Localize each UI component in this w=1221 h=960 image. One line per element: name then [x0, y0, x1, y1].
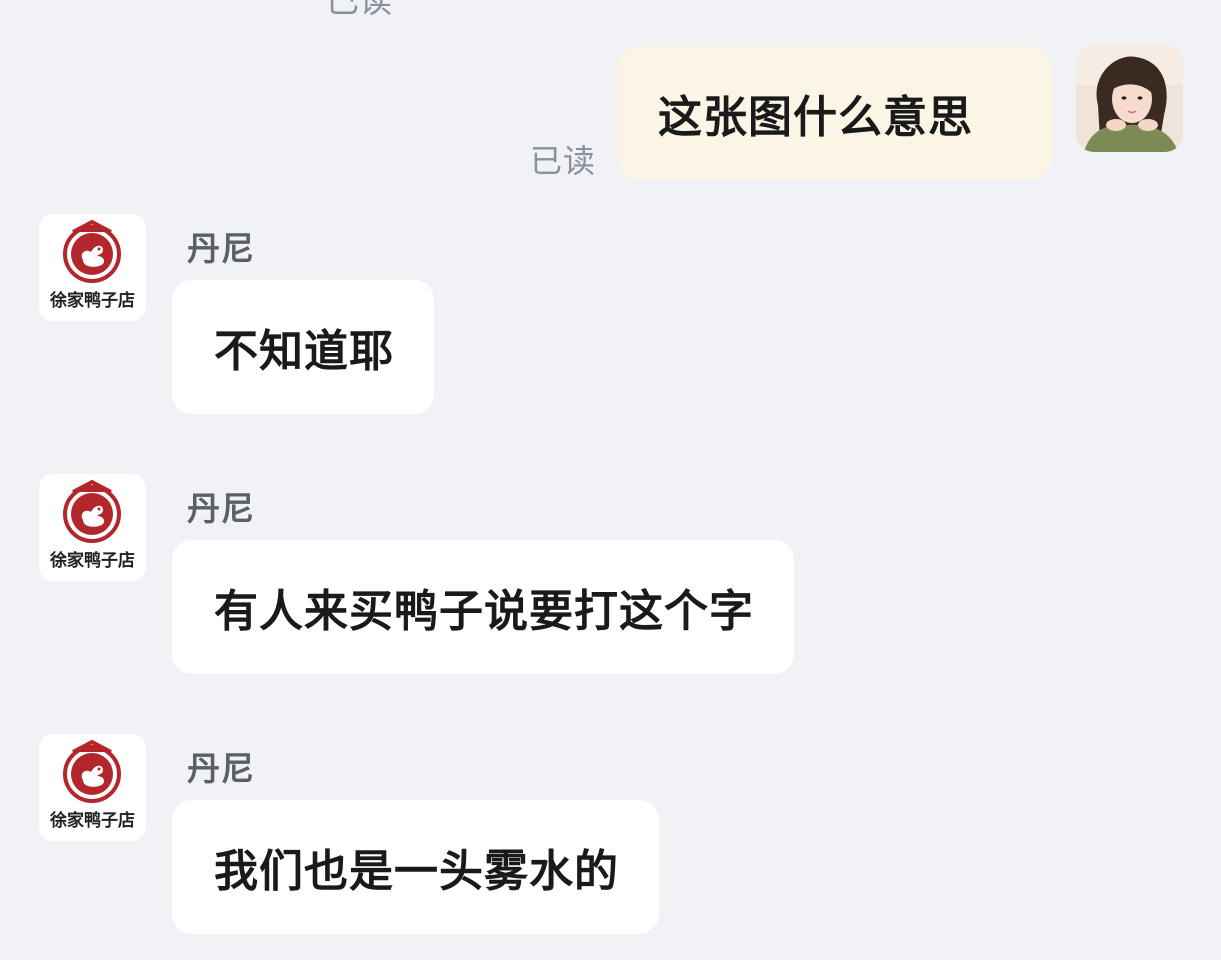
outgoing-message-bubble[interactable]: 这张图什么意思: [618, 46, 1052, 180]
girl-portrait-avatar-icon: [1076, 45, 1183, 152]
shop-logo-text: 徐家鸭子店: [50, 291, 135, 311]
outgoing-message-text: 这张图什么意思: [658, 92, 973, 143]
chat-screen: 已读 已读 这张图什么意思 徐家鸭子店 丹尼 不知道耶 徐家鸭子店 丹尼 有人来…: [0, 0, 1221, 960]
incoming-message-bubble[interactable]: 不知道耶: [172, 280, 434, 414]
shop-logo-text: 徐家鸭子店: [50, 551, 135, 571]
shop-avatar[interactable]: 徐家鸭子店: [39, 214, 146, 321]
incoming-message-text: 有人来买鸭子说要打这个字: [214, 586, 754, 637]
shop-avatar[interactable]: 徐家鸭子店: [39, 734, 146, 841]
sender-name: 丹尼: [187, 489, 255, 528]
read-receipt: 已读: [530, 142, 597, 180]
incoming-message-text: 不知道耶: [214, 326, 394, 377]
sender-name: 丹尼: [187, 229, 255, 268]
shop-logo-text: 徐家鸭子店: [50, 811, 135, 831]
outgoing-message-row: 已读 这张图什么意思: [0, 0, 1221, 190]
incoming-message-bubble[interactable]: 有人来买鸭子说要打这个字: [172, 540, 794, 674]
user-avatar[interactable]: [1076, 45, 1183, 152]
incoming-message-text: 我们也是一头雾水的: [214, 846, 619, 897]
incoming-message-bubble[interactable]: 我们也是一头雾水的: [172, 800, 659, 934]
shop-avatar[interactable]: 徐家鸭子店: [39, 474, 146, 581]
sender-name: 丹尼: [187, 749, 255, 788]
